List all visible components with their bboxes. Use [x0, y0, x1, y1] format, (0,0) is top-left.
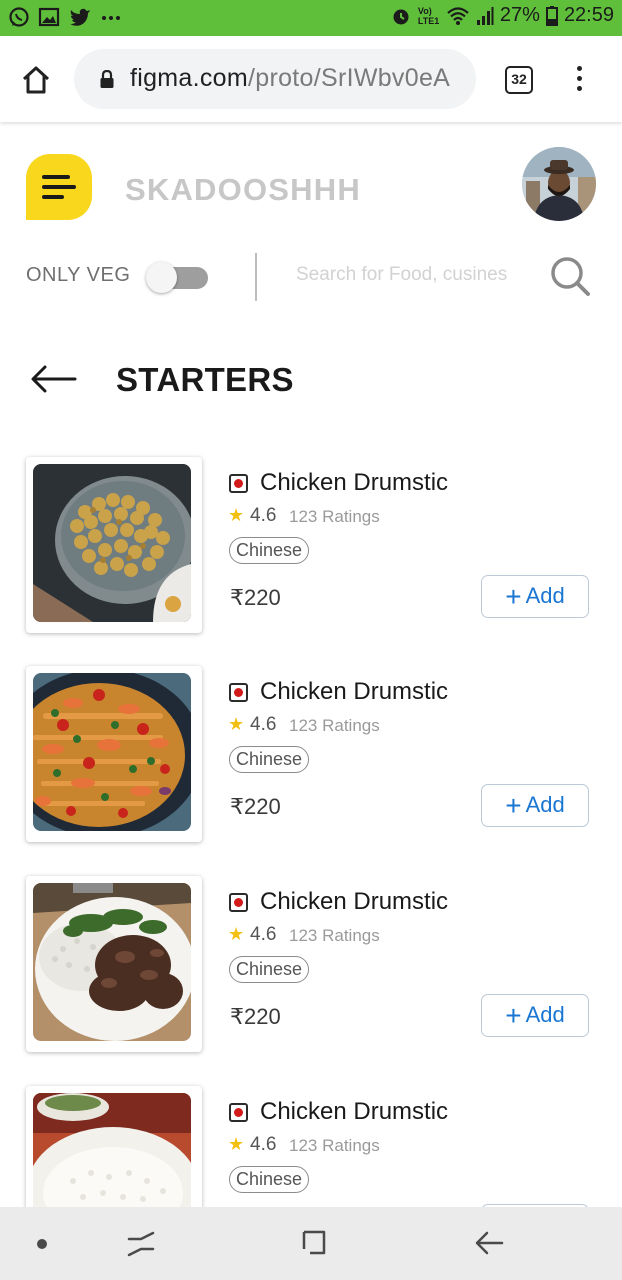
add-label: Add — [525, 791, 565, 817]
add-button[interactable]: + Add — [481, 575, 589, 618]
item-price: ₹220 — [230, 1004, 281, 1029]
cuisine-tag: Chinese — [229, 1166, 310, 1193]
browser-toolbar: figma.com/proto/SrIWbv0eA 32 — [0, 36, 622, 122]
tab-count-button[interactable]: 32 — [505, 66, 533, 94]
item-price: ₹220 — [230, 794, 281, 819]
cuisine-tag: Chinese — [229, 537, 310, 564]
plus-icon: + — [505, 789, 522, 821]
item-name: Chicken Drumstic — [260, 1098, 449, 1125]
item-name: Chicken Drumstic — [260, 678, 449, 705]
item-price: ₹220 — [230, 585, 281, 610]
only-veg-label: ONLY VEG — [26, 264, 131, 286]
system-nav-bar — [0, 1207, 622, 1280]
menu-logo-button[interactable] — [26, 154, 92, 220]
clock: 22:59 — [563, 4, 614, 26]
section-title: STARTERS — [116, 361, 294, 398]
item-name: Chicken Drumstic — [260, 888, 449, 915]
back-arrow-icon[interactable] — [31, 365, 77, 393]
star-icon: ★ — [228, 714, 245, 734]
home-icon[interactable] — [20, 64, 52, 96]
recents-icon[interactable] — [126, 1230, 156, 1258]
meat-rice-plate-image — [33, 883, 191, 1041]
wifi-icon — [447, 6, 469, 25]
address-bar[interactable]: figma.com/proto/SrIWbv0eA — [74, 49, 476, 109]
item-rating: 4.6 — [250, 505, 277, 526]
network-label: Vo) LTE1 — [417, 5, 440, 26]
search-icon[interactable] — [548, 254, 592, 298]
filter-divider — [255, 253, 257, 301]
signal-icon — [476, 6, 494, 25]
notification-icons — [8, 6, 122, 28]
item-ratings-count: 123 Ratings — [289, 507, 380, 526]
item-ratings-count: 123 Ratings — [289, 716, 380, 735]
item-thumbnail[interactable] — [26, 457, 202, 633]
brand-title: SKADOOSHHH — [125, 172, 361, 207]
non-veg-icon — [229, 893, 248, 912]
menu-item-card: Chicken Drumstic ★ 4.6 123 Ratings Chine… — [0, 876, 622, 1052]
non-veg-icon — [229, 474, 248, 493]
star-icon: ★ — [228, 505, 245, 525]
url-path: /proto/SrIWbv0eA — [248, 64, 451, 92]
non-veg-icon — [229, 683, 248, 702]
alarm-icon — [393, 9, 409, 24]
item-rating: 4.6 — [250, 714, 277, 735]
item-name: Chicken Drumstic — [260, 469, 449, 496]
plus-icon: + — [505, 580, 522, 612]
url-text[interactable]: figma.com/proto/SrIWbv0eA — [130, 64, 450, 93]
home-square-icon[interactable] — [300, 1229, 328, 1257]
menu-item-card: Chicken Drumstic ★ 4.6 123 Ratings Chine… — [0, 457, 622, 633]
chickpeas-bowl-image — [33, 464, 191, 622]
user-avatar[interactable] — [522, 147, 596, 221]
search-input[interactable] — [296, 260, 544, 290]
url-host: figma.com — [130, 64, 249, 92]
gallery-icon — [38, 7, 60, 27]
cuisine-tag: Chinese — [229, 956, 310, 983]
add-label: Add — [525, 582, 565, 608]
more-dots-icon — [102, 16, 120, 20]
cuisine-tag: Chinese — [229, 746, 310, 773]
item-thumbnail[interactable] — [26, 666, 202, 842]
twitter-icon — [70, 8, 90, 26]
item-rating: 4.6 — [250, 924, 277, 945]
star-icon: ★ — [228, 1134, 245, 1154]
add-button[interactable]: + Add — [481, 784, 589, 827]
toggle-knob — [146, 262, 177, 293]
only-veg-toggle[interactable] — [146, 262, 208, 293]
item-ratings-count: 123 Ratings — [289, 926, 380, 945]
add-button[interactable]: + Add — [481, 994, 589, 1037]
system-icons: Vo) LTE1 27% 22:59 — [390, 4, 614, 27]
item-ratings-count: 123 Ratings — [289, 1136, 380, 1155]
whatsapp-icon — [9, 7, 29, 27]
item-rating: 4.6 — [250, 1134, 277, 1155]
lock-icon — [100, 70, 114, 88]
assistant-dot-icon[interactable] — [37, 1239, 47, 1249]
item-thumbnail[interactable] — [26, 876, 202, 1052]
back-nav-icon[interactable] — [474, 1229, 504, 1257]
star-icon: ★ — [228, 924, 245, 944]
status-bar: Vo) LTE1 27% 22:59 — [0, 0, 622, 36]
non-veg-icon — [229, 1103, 248, 1122]
add-label: Add — [525, 1001, 565, 1027]
plus-icon: + — [505, 999, 522, 1031]
battery-icon — [545, 5, 558, 26]
menu-item-card: Chicken Drumstic ★ 4.6 123 Ratings Chine… — [0, 666, 622, 842]
battery-percent: 27% — [499, 4, 540, 26]
browser-menu-icon[interactable] — [572, 66, 586, 94]
paella-pan-image — [33, 673, 191, 831]
